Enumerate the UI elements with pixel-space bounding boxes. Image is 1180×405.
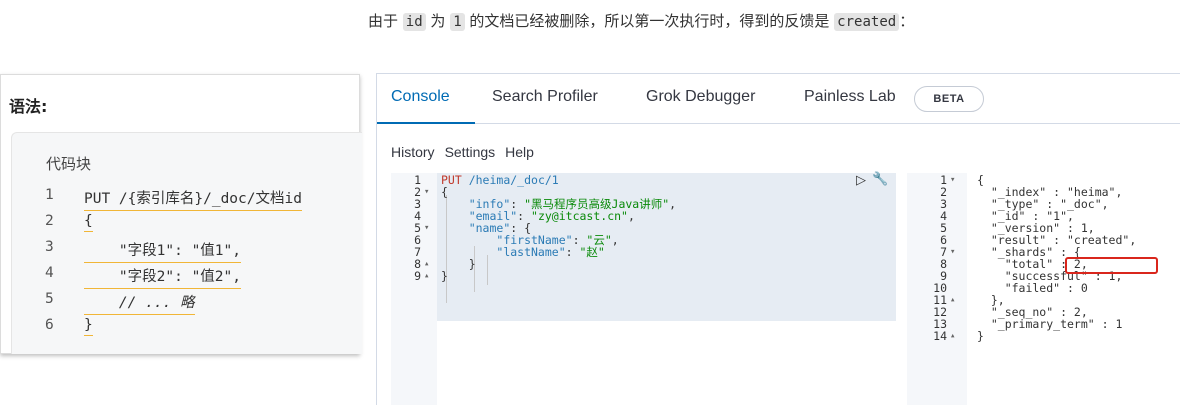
- inline-code-id: id: [402, 13, 426, 31]
- tab-search-profiler[interactable]: Search Profiler: [492, 88, 598, 106]
- console-toolbar: History Settings Help: [391, 144, 544, 160]
- inline-code-1: 1: [450, 13, 465, 31]
- syntax-card: 语法: 代码块 1 PUT /{索引库名}/_doc/文档id 2{ 3 "字段1…: [0, 74, 362, 354]
- dev-tools-console: Console Search Profiler Grok Debugger Pa…: [376, 73, 1180, 405]
- inline-code-created: created: [834, 13, 900, 31]
- tab-painless-lab[interactable]: Painless Lab: [804, 88, 896, 106]
- intro-text-2: 为: [425, 12, 451, 30]
- tab-console[interactable]: Console: [391, 88, 450, 106]
- indent-guide: [487, 255, 488, 285]
- request-editor[interactable]: 1 PUT /heima/_doc/1 2 ▾{ 3 "info": "黑马程序员高…: [391, 172, 896, 405]
- code-block-title: 代码块: [46, 155, 92, 173]
- tab-grok-debugger[interactable]: Grok Debugger: [646, 88, 755, 106]
- response-output: 1 ▾{ 2 "_index" : "heima", 3 "_type" : "_…: [907, 173, 1180, 405]
- beta-badge: BETA: [914, 86, 984, 112]
- code-block: 代码块 1 PUT /{索引库名}/_doc/文档id 2{ 3 "字段1": "…: [11, 132, 362, 354]
- active-tab-indicator: [377, 122, 475, 124]
- intro-text-1: 由于: [368, 12, 403, 30]
- play-icon[interactable]: ▷: [856, 173, 866, 188]
- intro-text-4: ：: [899, 12, 915, 30]
- help-link[interactable]: Help: [505, 144, 534, 160]
- intro-sentence: 由于 id 为 1 的文档已经被删除，所以第一次执行时，得到的反馈是 creat…: [368, 10, 914, 31]
- tab-bar: Console Search Profiler Grok Debugger Pa…: [377, 74, 1180, 124]
- syntax-title: 语法:: [9, 97, 48, 116]
- result-highlight-box: [1065, 257, 1158, 274]
- wrench-icon[interactable]: 🔧: [872, 172, 888, 187]
- intro-text-3: 的文档已经被删除，所以第一次执行时，得到的反馈是: [464, 12, 835, 30]
- history-link[interactable]: History: [391, 144, 435, 160]
- settings-link[interactable]: Settings: [445, 144, 496, 160]
